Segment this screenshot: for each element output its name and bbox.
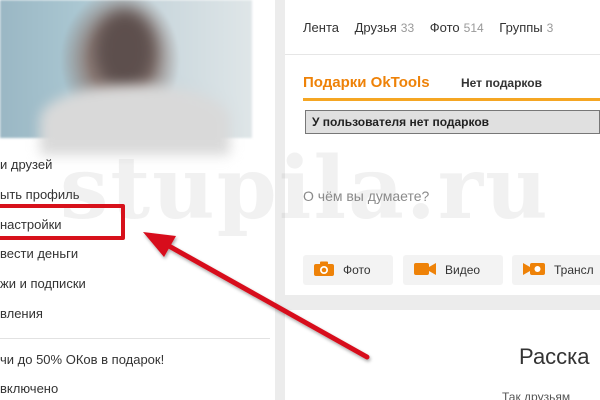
broadcast-icon (522, 261, 546, 280)
photo-blurred-face (95, 10, 155, 90)
story-subtitle: Так друзьям (502, 390, 571, 400)
photo-blurred-body (40, 85, 230, 155)
tab-feed[interactable]: Лента (303, 20, 339, 35)
promo-text[interactable]: чи до 50% ОКов в подарок! (0, 352, 164, 367)
tab-photos-count: 514 (463, 21, 484, 35)
tab-feed-label: Лента (303, 20, 339, 35)
story-card: Расска Так друзьям (285, 310, 600, 400)
camera-icon (313, 261, 335, 280)
menu-item-payments[interactable]: жи и подписки (0, 269, 270, 299)
menu-item-friends[interactable]: и друзей (0, 150, 270, 180)
story-title: Расска (519, 344, 590, 369)
tab-groups[interactable]: Группы 3 (499, 20, 553, 35)
promo-status: включено (0, 381, 59, 396)
tab-friends-label: Друзья (354, 20, 397, 35)
main-card: Лента Друзья 33 Фото 514 Группы 3 Подарки O… (285, 0, 600, 295)
tab-photos[interactable]: Фото 514 (430, 20, 484, 35)
post-input[interactable]: О чём вы думаете? (303, 188, 429, 204)
video-button[interactable]: Видео (403, 255, 503, 285)
tab-groups-count: 3 (546, 21, 554, 35)
profile-tabs: Лента Друзья 33 Фото 514 Группы 3 (303, 20, 565, 35)
tab-friends-count: 33 (400, 21, 415, 35)
photo-button[interactable]: Фото (303, 255, 393, 285)
video-camera-icon (413, 261, 437, 280)
broadcast-button[interactable]: Трансл (512, 255, 600, 285)
video-button-label: Видео (445, 263, 481, 277)
tabs-divider (285, 54, 600, 55)
gifts-message-box: У пользователя нет подарков (305, 110, 600, 134)
gifts-title[interactable]: Подарки OkTools (303, 74, 430, 91)
gifts-status: Нет подарков (461, 76, 542, 90)
profile-card: и друзей ыть профиль настройки вести ден… (0, 0, 275, 400)
tab-friends[interactable]: Друзья 33 (355, 20, 415, 35)
tab-photos-label: Фото (429, 20, 460, 35)
photo-button-label: Фото (343, 263, 371, 277)
profile-photo[interactable] (0, 0, 252, 155)
tab-groups-label: Группы (499, 20, 543, 35)
gifts-underline (303, 98, 600, 101)
settings-highlight-box (0, 204, 125, 240)
menu-item-notifications[interactable]: вления (0, 299, 270, 329)
menu-divider (0, 338, 270, 339)
broadcast-button-label: Трансл (554, 263, 594, 277)
menu-item-transfer-money[interactable]: вести деньги (0, 239, 270, 269)
